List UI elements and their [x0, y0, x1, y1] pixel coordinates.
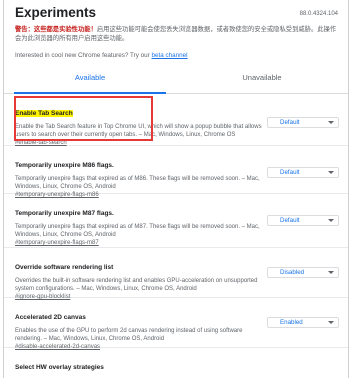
tab-unavailable[interactable]: Unavailable: [176, 63, 348, 93]
warning-message: 警告：这些都是实验性功能！启用这些功能可能会使您丢失浏览器数据，或者致使您的安全…: [15, 25, 337, 43]
flag-description: Enables the use of the GPU to perform 2d…: [15, 328, 243, 342]
flag-description: Temporarily unexpire flags that expired …: [15, 176, 260, 190]
flags-page: Experiments 88.0.4324.104 警告：这些都是实验性功能！启…: [3, 0, 349, 378]
flag-select-value: Disabled: [280, 269, 305, 276]
flag-row-override-software-rendering: Override software rendering list Overrid…: [4, 248, 348, 300]
flag-row-unexpire-m86: Temporarily unexpire M86 flags. Temporar…: [4, 146, 348, 198]
flag-link[interactable]: #temporary-unexpire-flags-m87: [15, 239, 348, 247]
tab-available[interactable]: Available: [4, 63, 176, 94]
flag-select[interactable]: Disabled: [267, 267, 339, 278]
version-label: 88.0.4324.104: [299, 11, 338, 17]
flag-select[interactable]: Default: [267, 117, 339, 128]
flag-select[interactable]: Enabled: [267, 317, 339, 328]
chevron-down-icon: [328, 321, 334, 324]
flag-row-unexpire-m87: Temporarily unexpire M87 flags. Temporar…: [4, 194, 348, 248]
flag-row-hw-overlay-strategies: Select HW overlay strategies: [4, 348, 348, 378]
flag-title: Override software rendering list: [15, 264, 114, 271]
chevron-down-icon: [328, 121, 334, 124]
flag-description: Temporarily unexpire flags that expired …: [15, 224, 260, 238]
chevron-down-icon: [328, 219, 334, 222]
flag-title: Select HW overlay strategies: [15, 364, 104, 371]
flag-select[interactable]: Default: [267, 167, 339, 178]
beta-channel-link[interactable]: beta channel: [152, 52, 188, 59]
page-title: Experiments: [15, 5, 97, 20]
tab-bar: Available Unavailable: [4, 63, 348, 94]
flag-title: Temporarily unexpire M87 flags.: [15, 210, 114, 217]
flag-title: Accelerated 2D canvas: [15, 314, 86, 321]
warning-strong-text: 警告：这些都是实验性功能！: [15, 26, 97, 33]
flag-select-value: Default: [280, 217, 300, 224]
highlight-annotation-box: [14, 96, 153, 141]
flag-description: Overrides the built-in software renderin…: [15, 278, 258, 292]
flag-title: Temporarily unexpire M86 flags.: [15, 162, 114, 169]
flag-row-accelerated-2d-canvas: Accelerated 2D canvas Enables the use of…: [4, 298, 348, 350]
flag-select-value: Enabled: [280, 319, 303, 326]
interest-label: Interested in cool new Chrome features? …: [15, 52, 152, 59]
interest-text: Interested in cool new Chrome features? …: [15, 52, 188, 59]
chevron-down-icon: [328, 171, 334, 174]
flag-select-value: Default: [280, 169, 300, 176]
flag-select[interactable]: Default: [267, 215, 339, 226]
flag-select-value: Default: [280, 119, 300, 126]
chevron-down-icon: [328, 271, 334, 274]
